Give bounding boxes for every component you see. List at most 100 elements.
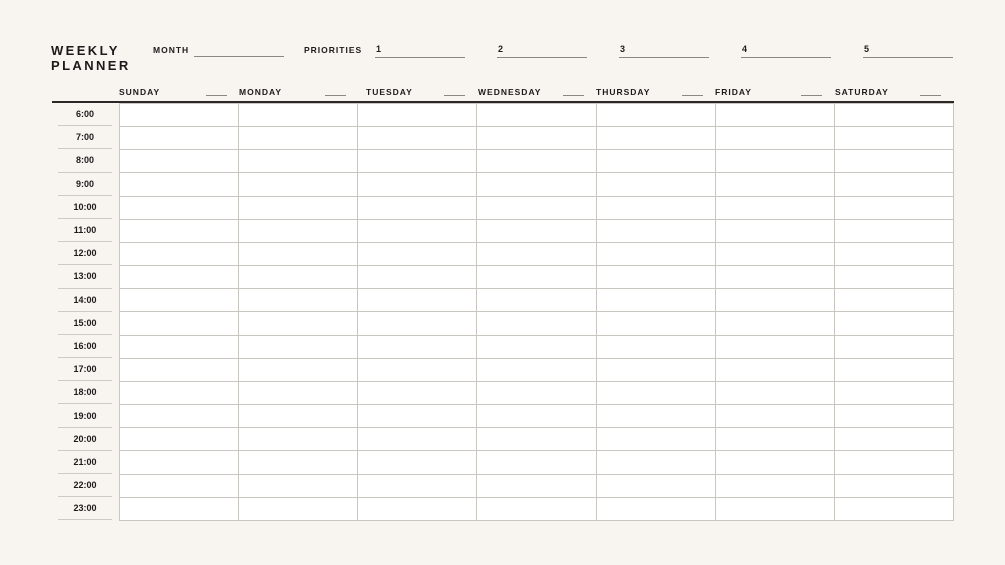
schedule-cell-saturday[interactable] [834,357,954,381]
date-field-tuesday[interactable] [444,95,465,96]
schedule-cell-wednesday[interactable] [477,357,597,381]
date-field-friday[interactable] [801,95,822,96]
priority-field-5[interactable]: 5 [863,44,953,58]
schedule-cell-tuesday[interactable] [358,380,478,405]
schedule-cell-friday[interactable] [715,450,835,474]
schedule-cell-monday[interactable] [239,103,359,127]
schedule-cell-monday[interactable] [239,149,359,173]
schedule-cell-tuesday[interactable] [358,450,478,474]
schedule-cell-wednesday[interactable] [477,473,597,497]
schedule-cell-thursday[interactable] [596,473,716,497]
schedule-cell-tuesday[interactable] [358,195,478,219]
schedule-cell-sunday[interactable] [120,404,240,428]
schedule-cell-tuesday[interactable] [358,218,478,242]
date-field-sunday[interactable] [206,95,227,96]
priority-field-2[interactable]: 2 [497,44,587,58]
schedule-cell-monday[interactable] [239,241,359,266]
schedule-cell-friday[interactable] [715,103,835,127]
schedule-cell-sunday[interactable] [120,311,240,335]
schedule-cell-friday[interactable] [715,380,835,405]
schedule-cell-friday[interactable] [715,334,835,358]
schedule-cell-friday[interactable] [715,172,835,196]
schedule-cell-saturday[interactable] [834,311,954,335]
schedule-cell-sunday[interactable] [120,195,240,219]
schedule-cell-sunday[interactable] [120,288,240,312]
schedule-cell-monday[interactable] [239,450,359,474]
schedule-cell-wednesday[interactable] [477,195,597,219]
schedule-cell-saturday[interactable] [834,450,954,474]
schedule-cell-wednesday[interactable] [477,496,597,520]
schedule-cell-tuesday[interactable] [358,265,478,289]
schedule-cell-saturday[interactable] [834,288,954,312]
schedule-cell-thursday[interactable] [596,172,716,196]
schedule-cell-thursday[interactable] [596,126,716,150]
schedule-cell-wednesday[interactable] [477,126,597,150]
schedule-cell-tuesday[interactable] [358,126,478,150]
schedule-cell-wednesday[interactable] [477,380,597,405]
priority-field-1[interactable]: 1 [375,44,465,58]
date-field-wednesday[interactable] [563,95,584,96]
schedule-cell-saturday[interactable] [834,334,954,358]
schedule-cell-sunday[interactable] [120,218,240,242]
schedule-cell-saturday[interactable] [834,103,954,127]
schedule-cell-wednesday[interactable] [477,334,597,358]
schedule-cell-tuesday[interactable] [358,172,478,196]
schedule-cell-tuesday[interactable] [358,288,478,312]
schedule-cell-saturday[interactable] [834,380,954,405]
schedule-cell-monday[interactable] [239,172,359,196]
schedule-cell-saturday[interactable] [834,195,954,219]
schedule-cell-tuesday[interactable] [358,473,478,497]
date-field-monday[interactable] [325,95,346,96]
schedule-cell-friday[interactable] [715,473,835,497]
schedule-cell-wednesday[interactable] [477,241,597,266]
schedule-cell-saturday[interactable] [834,404,954,428]
schedule-cell-thursday[interactable] [596,195,716,219]
schedule-cell-monday[interactable] [239,404,359,428]
schedule-cell-monday[interactable] [239,427,359,451]
schedule-cell-sunday[interactable] [120,380,240,405]
schedule-cell-sunday[interactable] [120,427,240,451]
schedule-cell-tuesday[interactable] [358,149,478,173]
schedule-cell-thursday[interactable] [596,288,716,312]
schedule-cell-wednesday[interactable] [477,149,597,173]
schedule-cell-thursday[interactable] [596,265,716,289]
schedule-cell-tuesday[interactable] [358,404,478,428]
schedule-cell-tuesday[interactable] [358,311,478,335]
schedule-cell-sunday[interactable] [120,126,240,150]
schedule-cell-sunday[interactable] [120,334,240,358]
schedule-cell-wednesday[interactable] [477,265,597,289]
schedule-cell-saturday[interactable] [834,496,954,520]
schedule-cell-wednesday[interactable] [477,450,597,474]
schedule-cell-thursday[interactable] [596,427,716,451]
schedule-cell-sunday[interactable] [120,496,240,520]
schedule-cell-tuesday[interactable] [358,496,478,520]
schedule-cell-wednesday[interactable] [477,103,597,127]
schedule-cell-saturday[interactable] [834,126,954,150]
schedule-cell-monday[interactable] [239,288,359,312]
schedule-cell-tuesday[interactable] [358,427,478,451]
schedule-cell-wednesday[interactable] [477,218,597,242]
schedule-cell-saturday[interactable] [834,427,954,451]
priority-field-3[interactable]: 3 [619,44,709,58]
schedule-cell-thursday[interactable] [596,357,716,381]
schedule-cell-tuesday[interactable] [358,357,478,381]
month-field[interactable] [194,56,284,57]
schedule-cell-sunday[interactable] [120,265,240,289]
schedule-cell-sunday[interactable] [120,149,240,173]
schedule-cell-friday[interactable] [715,311,835,335]
schedule-cell-thursday[interactable] [596,241,716,266]
schedule-cell-friday[interactable] [715,496,835,520]
schedule-cell-sunday[interactable] [120,473,240,497]
schedule-cell-monday[interactable] [239,357,359,381]
schedule-cell-friday[interactable] [715,357,835,381]
schedule-cell-monday[interactable] [239,334,359,358]
schedule-cell-thursday[interactable] [596,450,716,474]
schedule-cell-wednesday[interactable] [477,404,597,428]
schedule-cell-thursday[interactable] [596,218,716,242]
schedule-cell-monday[interactable] [239,218,359,242]
schedule-cell-friday[interactable] [715,195,835,219]
schedule-cell-friday[interactable] [715,126,835,150]
schedule-cell-saturday[interactable] [834,265,954,289]
schedule-cell-wednesday[interactable] [477,288,597,312]
schedule-cell-sunday[interactable] [120,172,240,196]
